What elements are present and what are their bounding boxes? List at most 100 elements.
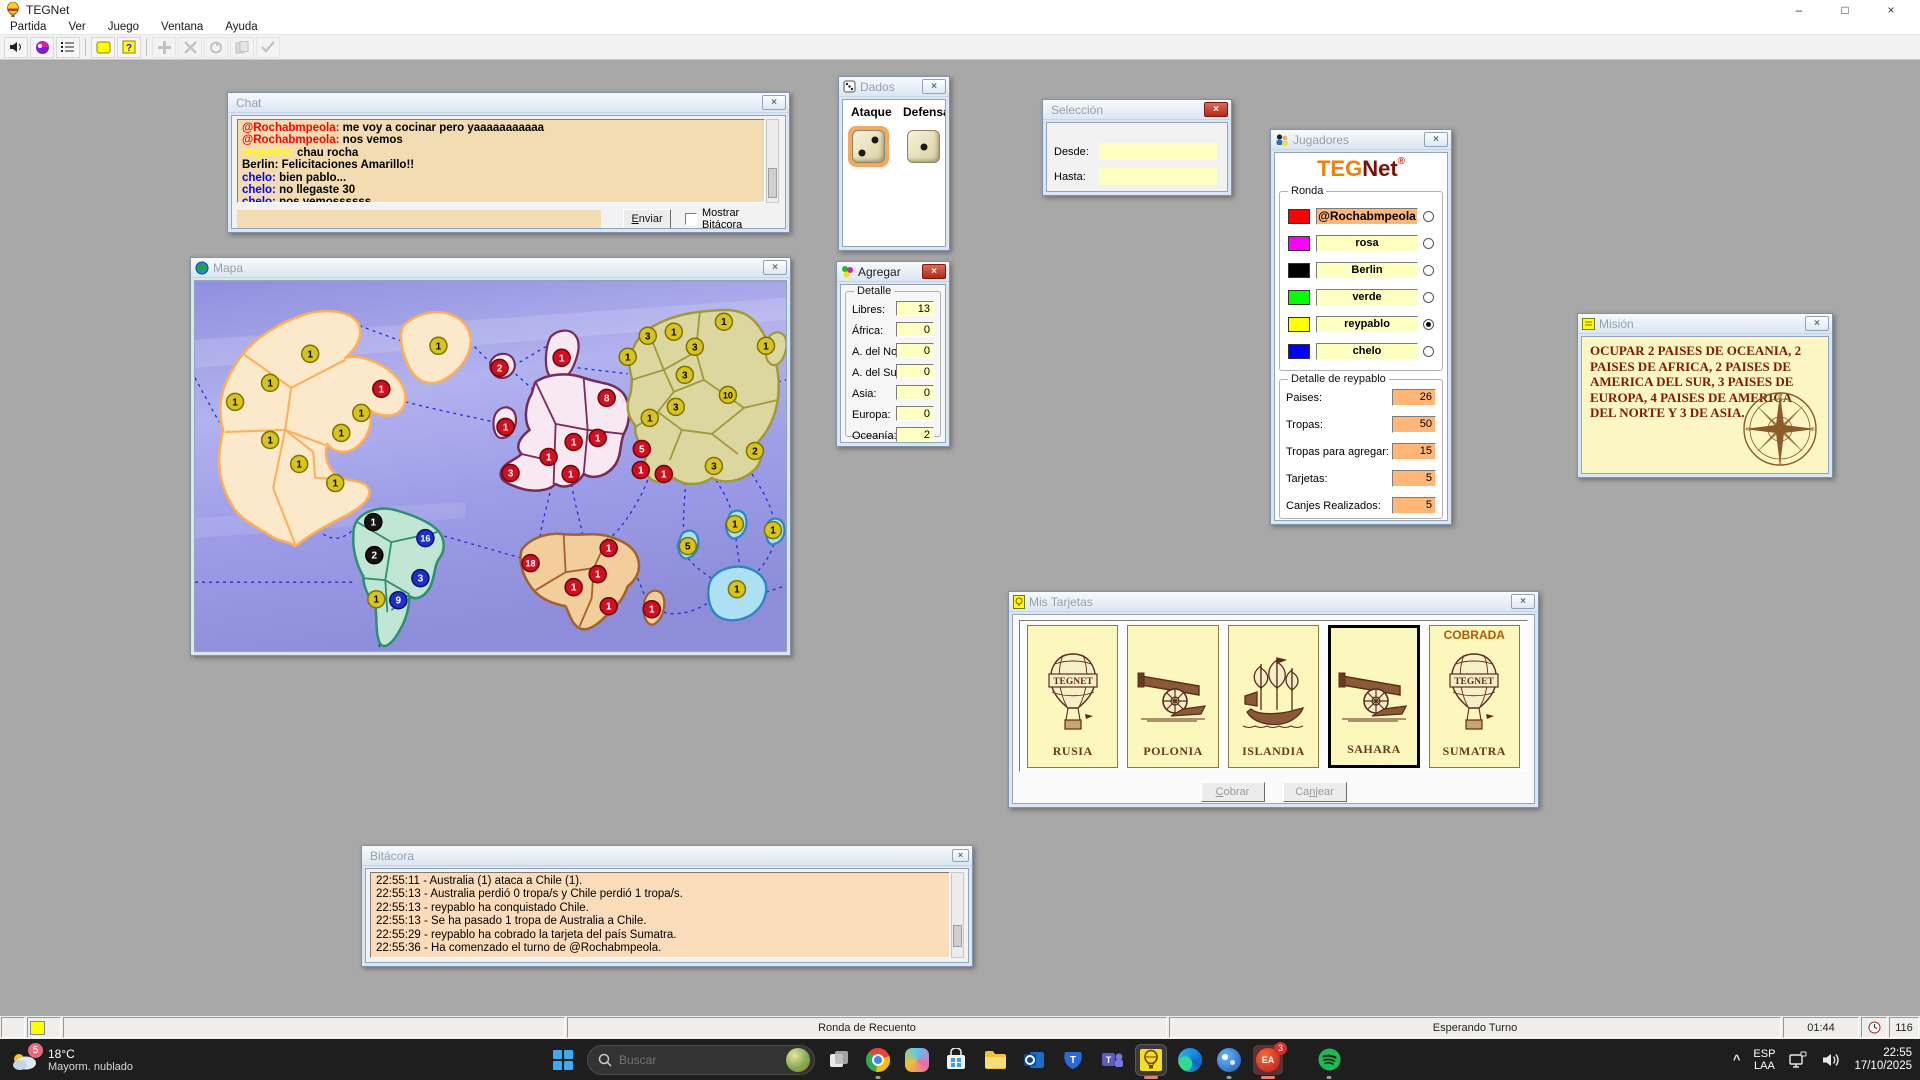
chat-scrollbar[interactable]: [766, 119, 779, 203]
tray-clock[interactable]: 22:55 17/10/2025: [1854, 1047, 1912, 1073]
troop-marker[interactable]: 2: [365, 545, 384, 565]
connect-toolbar-button[interactable]: [30, 36, 54, 58]
add-troops-close-icon[interactable]: ×: [922, 264, 946, 279]
troop-marker[interactable]: 1: [260, 373, 280, 393]
to-input[interactable]: [1099, 168, 1217, 185]
troop-marker[interactable]: 18: [521, 553, 540, 573]
troop-marker[interactable]: 3: [675, 365, 695, 385]
chat-close-icon[interactable]: ×: [762, 95, 786, 110]
from-input[interactable]: [1099, 143, 1217, 160]
player-radio[interactable]: [1423, 345, 1434, 357]
taskbar-search[interactable]: [587, 1044, 815, 1075]
troop-marker[interactable]: 1: [225, 392, 245, 412]
troop-marker[interactable]: 1: [640, 408, 660, 428]
troop-marker[interactable]: 1: [664, 322, 684, 342]
troop-marker[interactable]: 1: [289, 454, 309, 474]
cards-titlebar[interactable]: Mis Tarjetas ×: [1009, 592, 1538, 612]
troop-marker[interactable]: 1: [364, 512, 383, 532]
troop-marker[interactable]: 5: [678, 536, 698, 556]
collect-button[interactable]: Cobrar: [1200, 782, 1265, 802]
spotify-icon[interactable]: [1314, 1045, 1344, 1079]
menu-ver[interactable]: Ver: [68, 21, 85, 33]
troop-marker[interactable]: 2: [490, 358, 509, 378]
troop-marker[interactable]: 1: [631, 460, 651, 480]
troop-marker[interactable]: 8: [597, 388, 616, 408]
minimize-button[interactable]: –: [1776, 0, 1822, 20]
selection-close-icon[interactable]: ×: [1204, 102, 1228, 117]
troop-marker[interactable]: 1: [588, 428, 607, 448]
dice-titlebar[interactable]: Dados ×: [839, 77, 949, 97]
chrome-icon[interactable]: [863, 1045, 893, 1079]
copilot-icon[interactable]: [902, 1045, 932, 1075]
teams-purple-icon[interactable]: T: [1097, 1045, 1127, 1075]
show-log-checkbox[interactable]: [685, 213, 697, 225]
troop-marker[interactable]: 3: [685, 337, 705, 357]
troop-marker[interactable]: 1: [539, 447, 558, 467]
defense-die[interactable]: [907, 130, 940, 163]
players-close-icon[interactable]: ×: [1424, 132, 1448, 147]
menu-ventana[interactable]: Ventana: [161, 21, 203, 33]
attack-die[interactable]: [848, 126, 889, 167]
troop-marker[interactable]: 1: [352, 403, 371, 423]
troop-marker[interactable]: 3: [666, 397, 686, 417]
ea-app-icon[interactable]: EA 3: [1253, 1041, 1287, 1079]
map-titlebar[interactable]: Mapa ×: [191, 258, 790, 278]
chat-toolbar-button[interactable]: [91, 36, 115, 58]
country-card-islandia[interactable]: ISLANDIA: [1227, 625, 1320, 768]
menu-partida[interactable]: Partida: [10, 21, 46, 33]
troop-marker[interactable]: 1: [260, 430, 280, 450]
selection-titlebar[interactable]: Selección ×: [1043, 100, 1231, 120]
troop-marker[interactable]: 9: [389, 590, 408, 610]
file-explorer-icon[interactable]: [980, 1045, 1010, 1075]
teams-blue-icon[interactable]: T: [1058, 1045, 1088, 1075]
tray-chevron-icon[interactable]: ^: [1733, 1052, 1741, 1067]
troop-marker[interactable]: 1: [552, 348, 571, 368]
troop-marker[interactable]: 1: [725, 514, 745, 534]
list-toolbar-button[interactable]: [56, 36, 80, 58]
language-indicator[interactable]: ESP LAA: [1753, 1048, 1775, 1072]
player-radio[interactable]: [1423, 264, 1434, 276]
country-card-rusia[interactable]: TEGNET RUSIA: [1027, 625, 1119, 768]
troop-marker[interactable]: 1: [654, 464, 674, 484]
log-scrollbar[interactable]: [951, 872, 964, 958]
log-titlebar[interactable]: Bitácora ×: [362, 846, 972, 866]
troop-marker[interactable]: 5: [632, 439, 652, 459]
troop-marker[interactable]: 1: [561, 464, 580, 484]
troop-marker[interactable]: 1: [496, 417, 515, 437]
chat-titlebar[interactable]: Chat ×: [228, 93, 789, 113]
close-button[interactable]: ×: [1868, 0, 1914, 20]
edge-icon[interactable]: [1175, 1045, 1205, 1075]
troop-marker[interactable]: 10: [718, 385, 738, 405]
troop-marker[interactable]: 1: [618, 347, 637, 367]
troop-marker[interactable]: 1: [756, 336, 776, 356]
chat-input[interactable]: [237, 210, 601, 228]
network-icon[interactable]: [1788, 1051, 1808, 1069]
troop-marker[interactable]: 1: [727, 579, 747, 599]
troop-marker[interactable]: 1: [429, 336, 448, 356]
troop-marker[interactable]: 1: [763, 520, 783, 540]
outlook-icon[interactable]: [1019, 1045, 1049, 1075]
cards-close-icon[interactable]: ×: [1511, 594, 1535, 609]
add-troops-titlebar[interactable]: Agregar ×: [837, 262, 949, 282]
troop-marker[interactable]: 1: [588, 564, 607, 584]
troop-marker[interactable]: 1: [325, 473, 345, 493]
troop-marker[interactable]: 1: [599, 538, 618, 558]
send-button[interactable]: Enviar: [622, 209, 672, 228]
player-radio[interactable]: [1423, 318, 1434, 330]
troop-marker[interactable]: 1: [642, 599, 662, 619]
add-troops-toolbar-button[interactable]: [152, 36, 176, 58]
troop-marker[interactable]: 1: [599, 596, 618, 616]
sound-toolbar-button[interactable]: [4, 36, 28, 58]
troop-marker[interactable]: 1: [564, 432, 583, 452]
attack-toolbar-button[interactable]: [178, 36, 202, 58]
mission-titlebar[interactable]: Misión ×: [1578, 314, 1832, 334]
accept-toolbar-button[interactable]: [256, 36, 280, 58]
help-toolbar-button[interactable]: ?: [117, 36, 141, 58]
country-card-polonia[interactable]: POLONIA: [1127, 625, 1219, 768]
troop-marker[interactable]: 3: [638, 326, 658, 346]
troop-marker[interactable]: 3: [704, 456, 724, 476]
player-radio[interactable]: [1423, 291, 1434, 303]
start-button[interactable]: [548, 1045, 578, 1075]
log-close-icon[interactable]: ×: [952, 849, 969, 862]
regroup-toolbar-button[interactable]: [204, 36, 228, 58]
